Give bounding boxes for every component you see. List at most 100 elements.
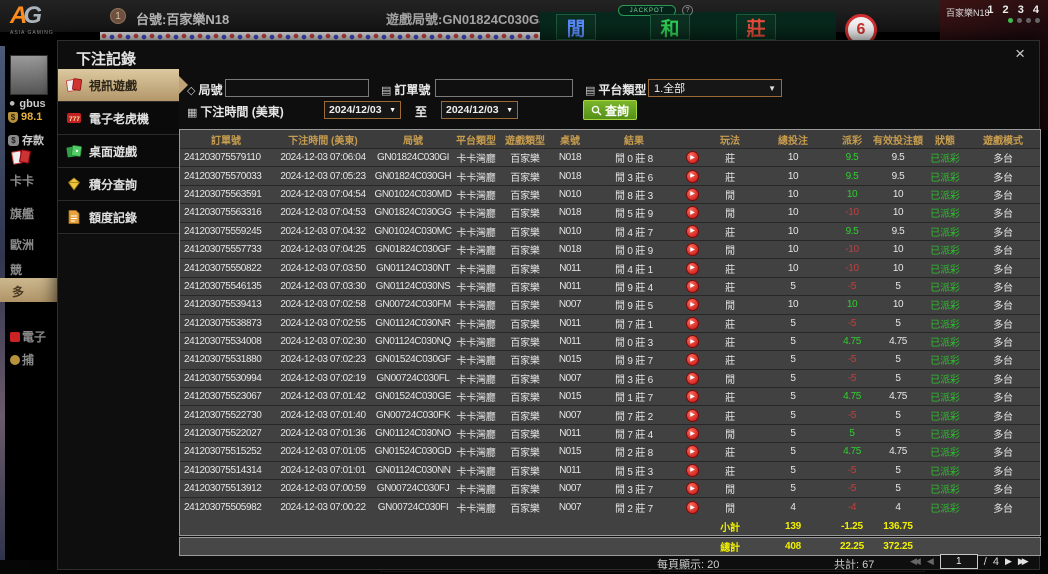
game-topbar: AG ASIA GAMING 1 台號:百家樂N18 遊戲局號:GN01824C… xyxy=(0,0,1048,36)
menu-item-video-games[interactable]: 視訊遊戲 xyxy=(58,69,188,102)
replay-button[interactable]: ▶ xyxy=(685,261,699,275)
replay-button[interactable]: ▶ xyxy=(685,371,699,385)
menu-label: 視訊遊戲 xyxy=(89,78,138,93)
lobby-item-europe[interactable]: 歐洲 xyxy=(10,236,34,253)
replay-button[interactable]: ▶ xyxy=(685,408,699,422)
cell-status: 已派彩 xyxy=(930,190,960,202)
next-page-icon[interactable]: ▶ xyxy=(1005,556,1012,567)
menu-item-slots[interactable]: 777 電子老虎機 xyxy=(58,102,179,135)
menu-item-points-query[interactable]: 積分查詢 xyxy=(58,168,179,201)
search-icon xyxy=(591,105,602,115)
table-row: 241203075559245 2024-12-03 07:04:32 GN01… xyxy=(180,222,1040,241)
page-input[interactable] xyxy=(939,554,978,569)
camera-numbers[interactable]: 1 2 3 4 xyxy=(987,4,1042,16)
cell-play-type: 閒 xyxy=(725,190,735,202)
replay-button[interactable]: ▶ xyxy=(685,353,699,367)
lobby-item-kaka[interactable]: 卡卡 xyxy=(10,172,34,189)
cell-play-type: 莊 xyxy=(725,338,735,350)
game-no-input[interactable] xyxy=(225,79,369,97)
cell-play-type: 莊 xyxy=(725,393,735,405)
cell-game-type: 百家樂 xyxy=(510,209,540,221)
points-icon xyxy=(67,177,81,191)
lobby-item-slots[interactable]: 電子 xyxy=(10,328,46,345)
deposit-button[interactable]: $ 存款 xyxy=(8,132,44,148)
cell-platform: 卡卡灣廳 xyxy=(456,504,496,516)
date-to-picker[interactable]: 2024/12/03 ▼ xyxy=(441,101,518,119)
cell-valid-bet: 10 xyxy=(892,207,904,219)
replay-button[interactable]: ▶ xyxy=(685,463,699,477)
platform-type-select[interactable]: 1.全部 ▼ xyxy=(648,79,782,97)
banker-bet-tile[interactable]: 莊 xyxy=(736,14,776,40)
close-icon[interactable]: × xyxy=(1015,45,1025,62)
total-valid: 372.25 xyxy=(883,541,913,552)
cell-bet-time: 2024-12-03 07:06:04 xyxy=(280,152,366,164)
cell-bet-time: 2024-12-03 07:00:22 xyxy=(280,502,366,514)
cell-platform: 卡卡灣廳 xyxy=(456,411,496,423)
cell-replay: ▶ xyxy=(678,296,706,313)
menu-item-table-games[interactable]: 桌面遊戲 xyxy=(58,135,179,168)
cell-result: 閒 4 莊 7 xyxy=(614,227,654,239)
video-table-title: 百家樂N18 xyxy=(946,8,990,18)
lobby-item-fishing[interactable]: 捕 xyxy=(10,351,34,368)
lobby-item-multi-active[interactable]: 多 xyxy=(0,278,57,302)
cell-bet-time: 2024-12-03 07:01:40 xyxy=(280,409,366,421)
cell-replay: ▶ xyxy=(678,498,706,516)
replay-button[interactable]: ▶ xyxy=(685,151,699,165)
cell-platform: 卡卡灣廳 xyxy=(456,485,496,497)
cell-valid-bet: 5 xyxy=(895,483,901,495)
menu-label: 桌面遊戲 xyxy=(89,144,138,159)
replay-button[interactable]: ▶ xyxy=(685,316,699,330)
cell-payout: 9.5 xyxy=(845,152,859,164)
replay-button[interactable]: ▶ xyxy=(685,445,699,459)
replay-button[interactable]: ▶ xyxy=(685,279,699,293)
cell-play-type: 閒 xyxy=(725,301,735,313)
cell-status: 已派彩 xyxy=(930,154,960,166)
table-row: 241203075538873 2024-12-03 07:02:55 GN01… xyxy=(180,314,1040,333)
replay-button[interactable]: ▶ xyxy=(685,243,699,257)
cell-valid-bet: 9.5 xyxy=(891,225,905,237)
cell-result: 閒 3 莊 7 xyxy=(614,485,654,497)
prev-page-icon[interactable]: ◀ xyxy=(927,556,934,567)
first-page-icon[interactable]: ◀◀ xyxy=(910,556,921,567)
dialog-footer: 每頁顯示: 20 共計: 67 ◀◀ ◀ / 4 ▶ ▶▶ xyxy=(58,554,1039,571)
replay-button[interactable]: ▶ xyxy=(685,482,699,496)
cell-status: 已派彩 xyxy=(930,430,960,442)
cell-game-no: GN00724C030FK xyxy=(375,409,451,421)
menu-item-credit-records[interactable]: 額度記錄 xyxy=(58,201,179,234)
replay-button[interactable]: ▶ xyxy=(685,427,699,441)
replay-button[interactable]: ▶ xyxy=(685,298,699,312)
replay-button[interactable]: ▶ xyxy=(685,501,699,515)
cell-game-type: 百家樂 xyxy=(510,338,540,350)
col-header: 平台類型 xyxy=(456,135,496,147)
replay-button[interactable]: ▶ xyxy=(685,335,699,349)
lobby-item-flagship[interactable]: 旗艦 xyxy=(10,205,34,222)
subtotal-row: 小計 139 -1.25 136.75 xyxy=(180,516,1040,536)
search-button[interactable]: 查詢 xyxy=(583,100,638,120)
cell-payout: -4 xyxy=(847,502,857,514)
cell-order-no: 241203075546135 xyxy=(184,280,262,292)
tie-bet-tile[interactable]: 和 xyxy=(650,14,690,40)
lobby-item-jingmi[interactable]: 競 xyxy=(10,261,22,278)
replay-button[interactable]: ▶ xyxy=(685,187,699,201)
last-page-icon[interactable]: ▶▶ xyxy=(1018,556,1029,567)
table-number-label: 台號:百家樂N18 xyxy=(136,12,230,27)
replay-button[interactable]: ▶ xyxy=(685,224,699,238)
table-row: 241203075515252 2024-12-03 07:01:05 GN01… xyxy=(180,443,1040,462)
platform-type-value: 1.全部 xyxy=(654,83,686,95)
replay-button[interactable]: ▶ xyxy=(685,206,699,220)
cell-game-type: 百家樂 xyxy=(510,411,540,423)
table-game-icon xyxy=(66,145,82,158)
cell-play-type: 閒 xyxy=(725,246,735,258)
replay-button[interactable]: ▶ xyxy=(685,390,699,404)
cell-table-no: N018 xyxy=(558,244,582,256)
cell-valid-bet: 5 xyxy=(895,464,901,476)
date-from-picker[interactable]: 2024/12/03 ▼ xyxy=(324,101,401,119)
replay-button[interactable]: ▶ xyxy=(685,169,699,183)
cell-status: 已派彩 xyxy=(930,209,960,221)
cell-game-mode: 多台 xyxy=(993,430,1013,442)
player-bet-tile[interactable]: 閒 xyxy=(556,14,596,40)
order-no-input[interactable] xyxy=(435,79,573,97)
cell-platform: 卡卡灣廳 xyxy=(456,448,496,460)
cell-game-type: 百家樂 xyxy=(510,393,540,405)
cell-game-mode: 多台 xyxy=(993,393,1013,405)
